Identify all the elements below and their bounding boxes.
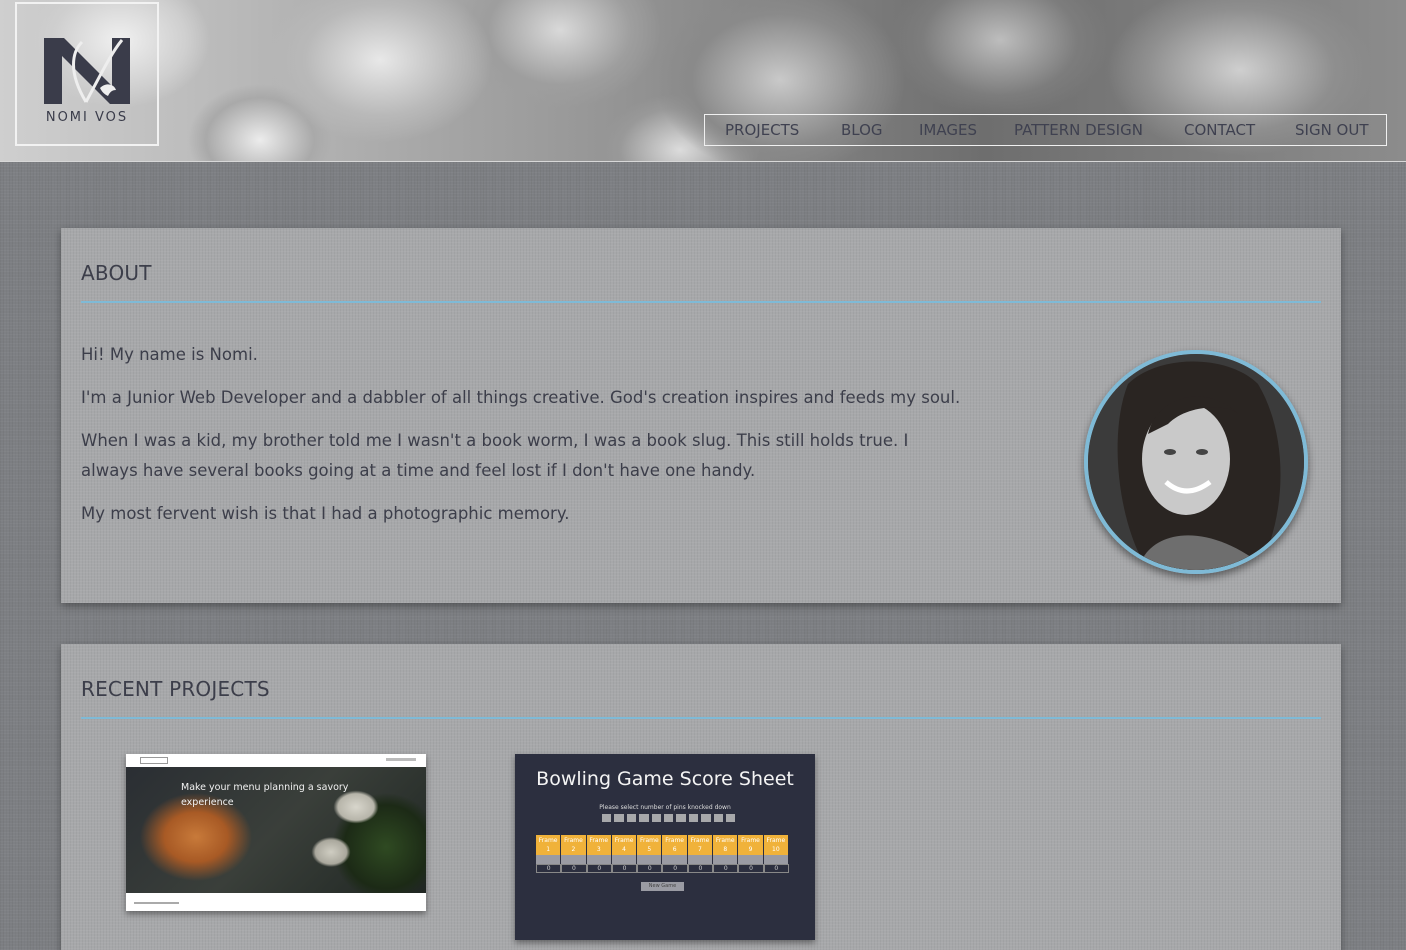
pin-button[interactable]: [701, 814, 711, 822]
roll-cell: [662, 855, 688, 864]
score-cell: 0: [561, 864, 587, 873]
score-grid: Frame 1 Frame 2 Frame 3 Frame 4 Frame 5 …: [536, 835, 789, 873]
bowling-title: Bowling Game Score Sheet: [536, 768, 794, 790]
frame-header: Frame 6: [662, 835, 688, 855]
roll-cell: [536, 855, 562, 864]
pin-button[interactable]: [614, 814, 624, 822]
score-cell: 0: [713, 864, 739, 873]
roll-cell: [738, 855, 764, 864]
about-panel: ABOUT Hi! My name is Nomi. I'm a Junior …: [61, 228, 1341, 603]
nav-contact[interactable]: CONTACT: [1184, 121, 1255, 139]
meal-nav: [386, 758, 416, 761]
frame-header: Frame 9: [738, 835, 764, 855]
roll-cell: [713, 855, 739, 864]
meal-logo: [140, 757, 168, 764]
pin-button[interactable]: [663, 814, 674, 822]
pin-button[interactable]: [639, 814, 649, 822]
pin-button[interactable]: [626, 814, 637, 822]
score-cell: 0: [536, 864, 562, 873]
about-paragraph: I'm a Junior Web Developer and a dabbler…: [81, 388, 961, 407]
main-nav: PROJECTS BLOG IMAGES PATTERN DESIGN CONT…: [704, 114, 1387, 146]
project-card-meal-planner[interactable]: Make your menu planning a savory experie…: [126, 754, 426, 911]
nav-blog[interactable]: BLOG: [841, 121, 883, 139]
roll-cell: [586, 855, 612, 864]
meal-topbar: [126, 754, 426, 767]
about-paragraph: Hi! My name is Nomi.: [81, 345, 258, 364]
nv-monogram-icon: [44, 38, 130, 104]
pin-button[interactable]: [602, 814, 612, 822]
nav-images[interactable]: IMAGES: [919, 121, 977, 139]
pin-button[interactable]: [651, 814, 661, 822]
frame-header: Frame 4: [611, 835, 638, 855]
roll-cell: [687, 855, 714, 864]
score-cell: 0: [662, 864, 688, 873]
projects-title: RECENT PROJECTS: [81, 677, 270, 701]
pin-buttons: [602, 814, 736, 822]
about-text: Hi! My name is Nomi. I'm a Junior Web De…: [81, 340, 961, 542]
score-cell: 0: [763, 864, 789, 873]
nav-pattern-design[interactable]: PATTERN DESIGN: [1014, 121, 1143, 139]
projects-divider: [81, 717, 1321, 719]
roll-cell: [561, 855, 587, 864]
score-cell: 0: [738, 864, 764, 873]
frame-header: Frame 7: [687, 835, 714, 855]
roll-cell: [611, 855, 638, 864]
score-cell: 0: [687, 864, 714, 873]
pin-button[interactable]: [676, 814, 686, 822]
frame-header: Frame 5: [637, 835, 663, 855]
nav-sign-out[interactable]: SIGN OUT: [1295, 121, 1369, 139]
about-title: ABOUT: [81, 261, 152, 285]
project-card-bowling[interactable]: Bowling Game Score Sheet Please select n…: [515, 754, 815, 940]
new-game-button[interactable]: New Game: [641, 882, 684, 891]
frame-header: Frame 3: [586, 835, 612, 855]
frame-header: Frame 1: [536, 835, 562, 855]
profile-photo: [1084, 350, 1308, 574]
logo-name: NOMI VOS: [45, 110, 129, 125]
frame-header: Frame 10: [763, 835, 789, 855]
score-cell: 0: [586, 864, 612, 873]
nav-projects[interactable]: PROJECTS: [725, 121, 799, 139]
site-logo[interactable]: NOMI VOS: [15, 2, 159, 146]
pin-button[interactable]: [725, 814, 736, 822]
header-banner: NOMI VOS PROJECTS BLOG IMAGES PATTERN DE…: [0, 0, 1406, 162]
pin-button[interactable]: [688, 814, 699, 822]
score-cell: 0: [637, 864, 663, 873]
about-paragraph: When I was a kid, my brother told me I w…: [81, 431, 909, 480]
roll-cell: [637, 855, 663, 864]
meal-headline: Make your menu planning a savory experie…: [181, 782, 349, 808]
bowling-subtitle: Please select number of pins knocked dow…: [599, 804, 731, 811]
roll-cell: [763, 855, 789, 864]
score-cell: 0: [611, 864, 638, 873]
projects-panel: RECENT PROJECTS Make your menu planning …: [61, 644, 1341, 950]
frame-header: Frame 8: [713, 835, 739, 855]
about-paragraph: My most fervent wish is that I had a pho…: [81, 504, 570, 523]
about-divider: [81, 301, 1321, 303]
meal-footer: [134, 902, 179, 904]
pin-button[interactable]: [713, 814, 723, 822]
frame-header: Frame 2: [561, 835, 587, 855]
portrait-icon: [1088, 354, 1304, 570]
